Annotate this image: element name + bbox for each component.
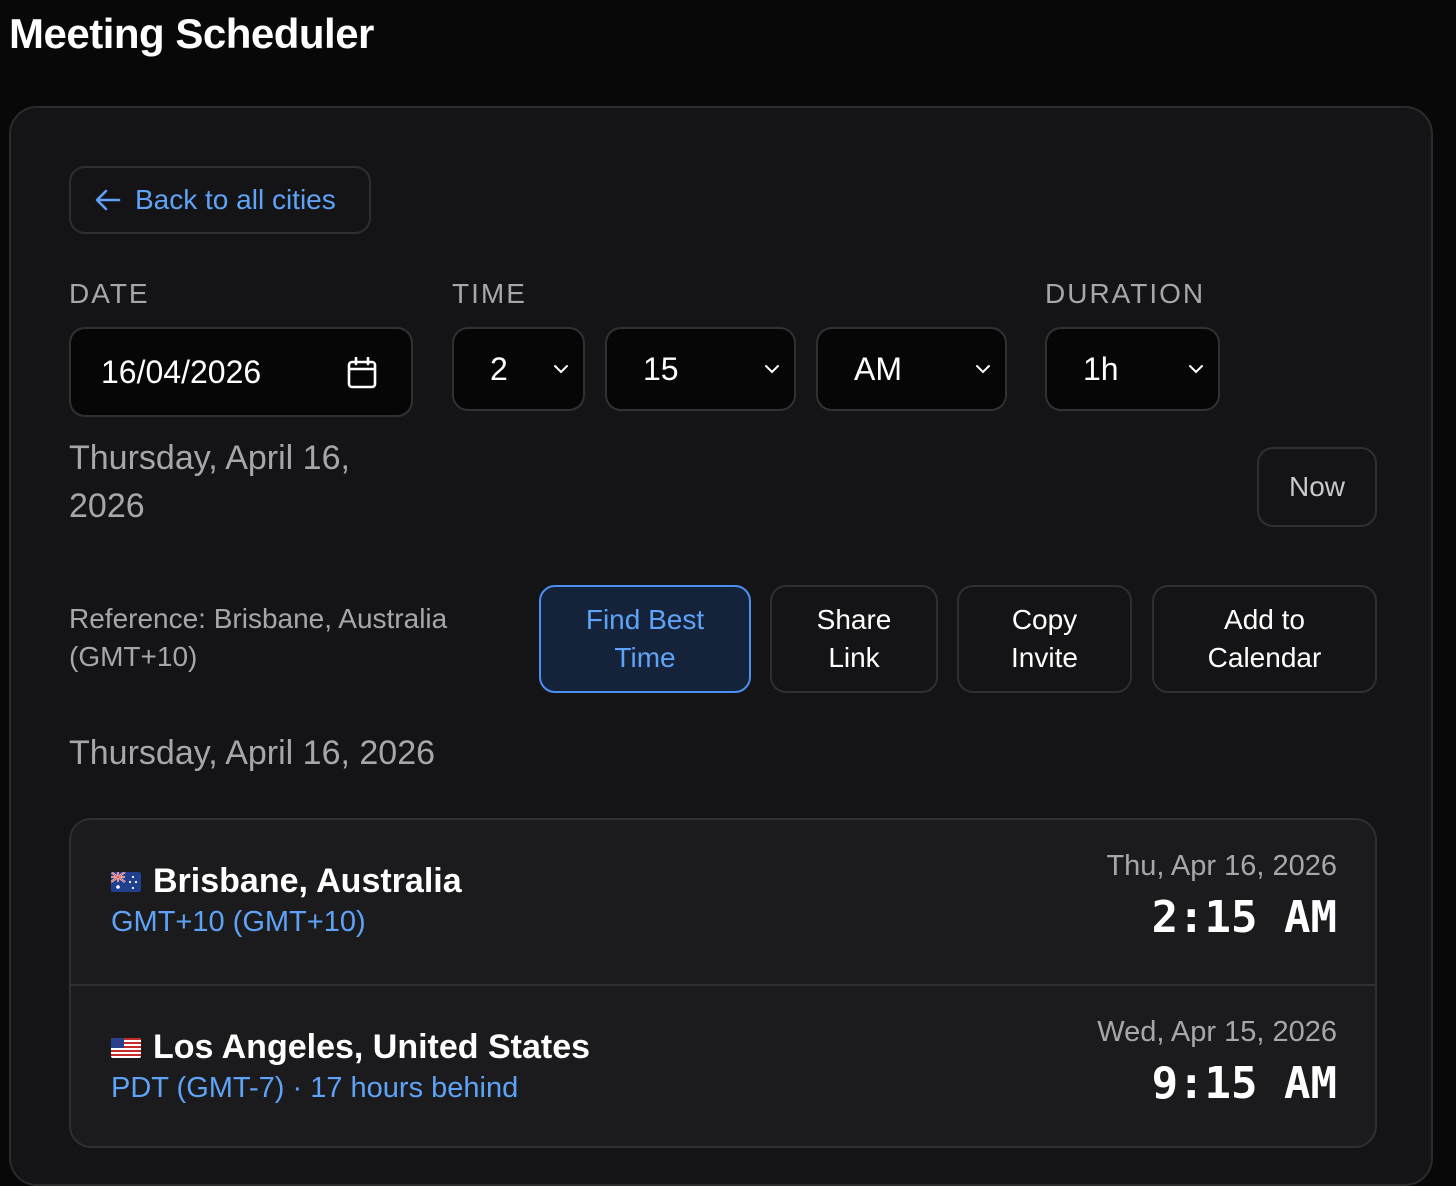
selected-long-date: Thursday, April 16, 2026 [69, 439, 350, 525]
minute-select[interactable]: 15 [605, 327, 796, 411]
united-states-flag-icon [111, 1037, 141, 1058]
add-to-calendar-button[interactable]: Add to Calendar [1152, 585, 1377, 693]
city-name-label: Brisbane, Australia [153, 862, 462, 900]
city-name: Los Angeles, United States [111, 1028, 590, 1067]
page-title: Meeting Scheduler [9, 10, 374, 57]
find-best-time-button[interactable]: Find Best Time [539, 585, 751, 693]
duration-label: DURATION [1045, 278, 1206, 309]
reference-city: Reference: Brisbane, Australia (GMT+10) [69, 603, 448, 672]
chevron-down-icon [765, 365, 779, 374]
city-name: Brisbane, Australia [111, 862, 462, 901]
city-local-date: Thu, Apr 16, 2026 [1106, 850, 1337, 882]
chevron-down-icon [1189, 365, 1203, 374]
city-time-list: Brisbane, Australia GMT+10 (GMT+10) Thu,… [69, 818, 1377, 1148]
ampm-value: AM [854, 350, 902, 387]
share-link-button[interactable]: Share Link [770, 585, 938, 693]
date-input[interactable]: 16/04/2026 [69, 327, 413, 417]
back-button-label: Back to all cities [135, 184, 336, 215]
duration-value: 1h [1083, 350, 1119, 387]
city-local-date: Wed, Apr 15, 2026 [1097, 1016, 1337, 1048]
city-timezone: GMT+10 (GMT+10) [111, 906, 366, 938]
arrow-left-icon [95, 189, 121, 211]
minute-value: 15 [643, 350, 679, 387]
chevron-down-icon [554, 365, 568, 374]
city-local-time: 9:15 AM [1151, 1058, 1337, 1109]
results-date-heading: Thursday, April 16, 2026 [69, 734, 436, 772]
city-local-time: 2:15 AM [1151, 892, 1337, 943]
hour-value: 2 [490, 350, 508, 387]
city-timezone: PDT (GMT-7) · 17 hours behind [111, 1072, 519, 1104]
copy-invite-button[interactable]: Copy Invite [957, 585, 1132, 693]
now-button[interactable]: Now [1257, 447, 1377, 527]
date-value: 16/04/2026 [101, 353, 262, 390]
date-label: DATE [69, 278, 150, 309]
hour-select[interactable]: 2 [452, 327, 585, 411]
australia-flag-icon [111, 871, 141, 892]
duration-select[interactable]: 1h [1045, 327, 1220, 411]
time-label: TIME [452, 278, 527, 309]
scheduler-panel: Back to all cities DATE TIME DURATION 16… [9, 106, 1433, 1186]
chevron-down-icon [976, 365, 990, 374]
city-row-brisbane: Brisbane, Australia GMT+10 (GMT+10) Thu,… [71, 820, 1375, 984]
city-row-los-angeles: Los Angeles, United States PDT (GMT-7) ·… [71, 984, 1375, 1146]
city-name-label: Los Angeles, United States [153, 1028, 591, 1066]
back-to-all-cities-button[interactable]: Back to all cities [69, 166, 371, 234]
calendar-icon[interactable] [347, 357, 377, 389]
ampm-select[interactable]: AM [816, 327, 1007, 411]
